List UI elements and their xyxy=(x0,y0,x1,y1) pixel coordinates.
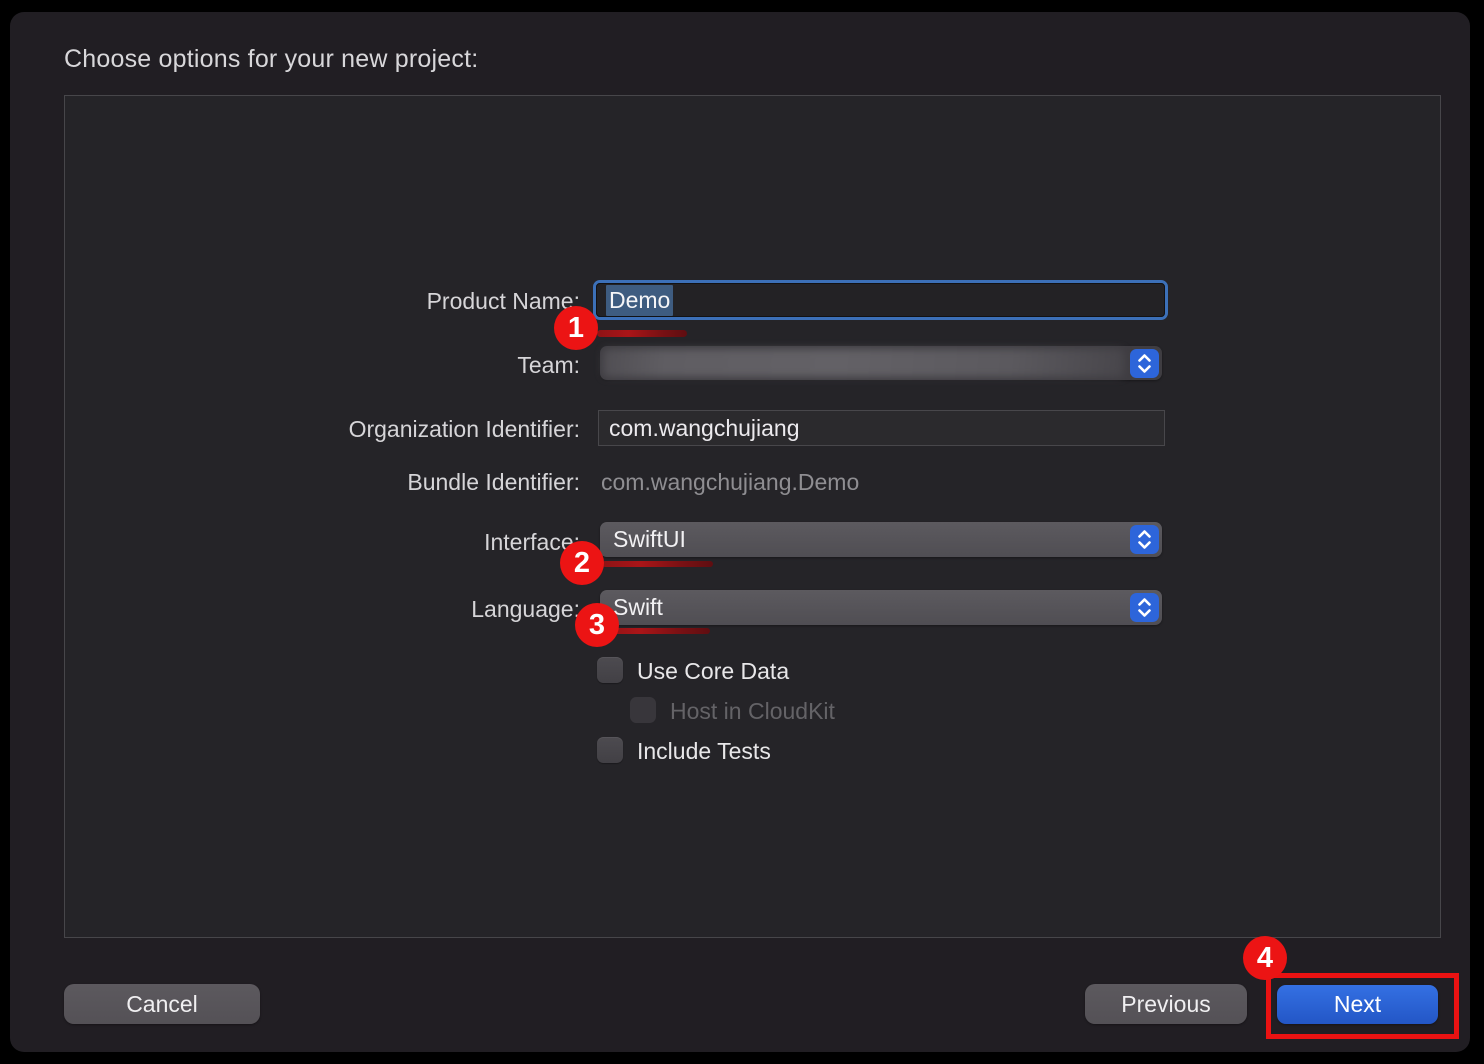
up-down-chevrons-icon xyxy=(1136,529,1153,550)
annotation-step-4-badge: 4 xyxy=(1243,936,1287,980)
organization-identifier-input[interactable]: com.wangchujiang xyxy=(598,410,1165,446)
include-tests-label: Include Tests xyxy=(637,738,771,765)
language-label: Language: xyxy=(110,596,580,623)
interface-selected-value: SwiftUI xyxy=(600,526,686,553)
product-name-selected-text: Demo xyxy=(606,285,673,316)
organization-identifier-value: com.wangchujiang xyxy=(609,415,800,442)
team-label: Team: xyxy=(110,352,580,379)
options-panel xyxy=(64,95,1441,938)
bundle-identifier-label: Bundle Identifier: xyxy=(110,469,580,496)
language-stepper-icon[interactable] xyxy=(1130,593,1159,622)
cancel-button[interactable]: Cancel xyxy=(64,984,260,1024)
include-tests-checkbox[interactable] xyxy=(597,737,623,763)
bundle-identifier-value: com.wangchujiang.Demo xyxy=(601,469,859,496)
annotation-step-1-badge: 1 xyxy=(554,306,598,350)
annotation-step-3-badge: 3 xyxy=(575,603,619,647)
organization-identifier-label: Organization Identifier: xyxy=(110,416,580,443)
screen: Choose options for your new project: Pro… xyxy=(0,0,1484,1064)
host-in-cloudkit-label: Host in CloudKit xyxy=(670,698,835,725)
annotation-underline-1 xyxy=(597,330,687,337)
interface-label: Interface: xyxy=(110,529,580,556)
team-redacted-value xyxy=(603,349,1124,377)
annotation-highlight-rect-next xyxy=(1266,973,1459,1039)
use-core-data-checkbox[interactable] xyxy=(597,657,623,683)
previous-button[interactable]: Previous xyxy=(1085,984,1247,1024)
up-down-chevrons-icon xyxy=(1136,597,1153,618)
up-down-chevrons-icon xyxy=(1136,353,1153,374)
interface-popup-button[interactable]: SwiftUI xyxy=(600,522,1162,557)
use-core-data-label: Use Core Data xyxy=(637,658,789,685)
product-name-label: Product Name: xyxy=(110,288,580,315)
language-popup-button[interactable]: Swift xyxy=(600,590,1162,625)
annotation-step-2-badge: 2 xyxy=(560,541,604,585)
dialog-title: Choose options for your new project: xyxy=(64,45,478,74)
host-in-cloudkit-checkbox xyxy=(630,697,656,723)
team-popup-button[interactable] xyxy=(600,346,1162,380)
product-name-input-inner[interactable]: Demo xyxy=(596,283,1165,317)
annotation-underline-2 xyxy=(602,561,713,567)
new-project-options-dialog: Choose options for your new project: Pro… xyxy=(10,12,1470,1052)
interface-stepper-icon[interactable] xyxy=(1130,525,1159,554)
team-stepper-icon[interactable] xyxy=(1130,349,1159,378)
product-name-input[interactable]: Demo xyxy=(593,280,1168,320)
